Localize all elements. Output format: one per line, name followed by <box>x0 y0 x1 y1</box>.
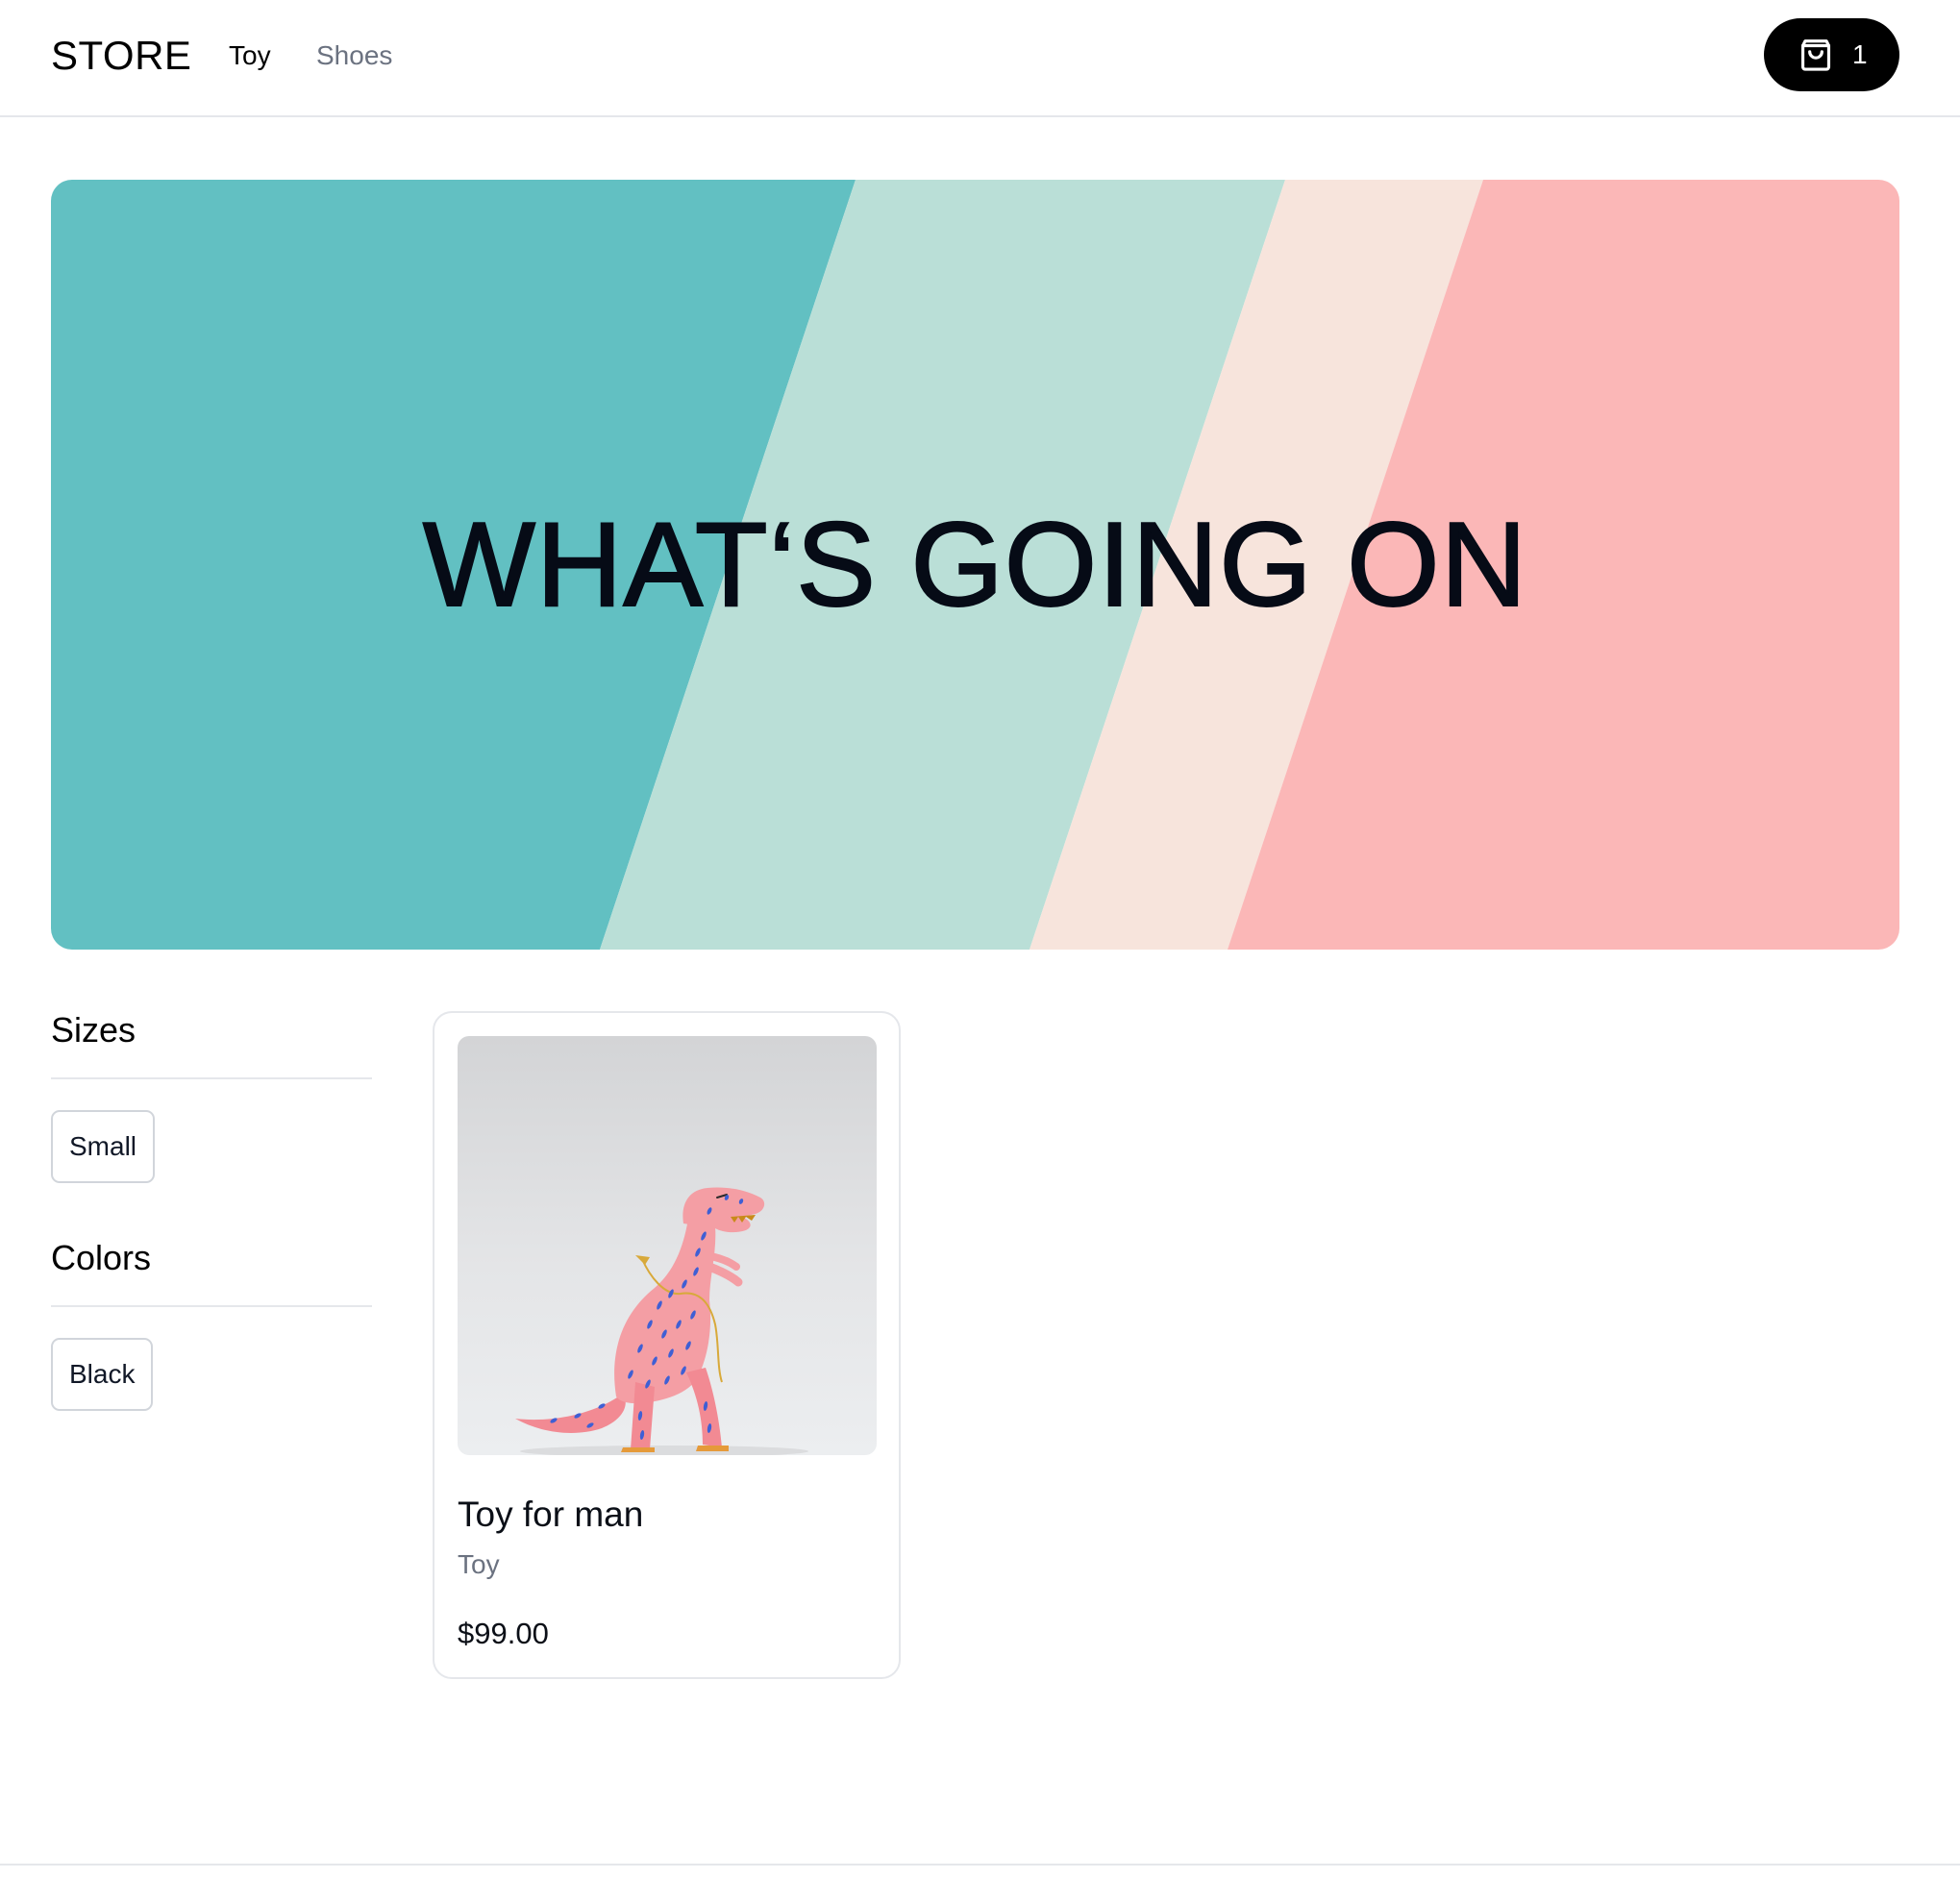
hero-banner: WHAT‘S GOING ON <box>51 180 1899 950</box>
nav-link-shoes[interactable]: Shoes <box>316 39 392 72</box>
product-card[interactable]: Toy for man Toy $99.00 <box>433 1011 901 1679</box>
cart-button[interactable]: 1 <box>1764 18 1899 91</box>
filter-title-sizes: Sizes <box>51 1010 136 1050</box>
filter-divider <box>51 1077 372 1079</box>
nav-link-toy[interactable]: Toy <box>229 39 271 72</box>
size-option-small[interactable]: Small <box>51 1110 156 1183</box>
cart-count: 1 <box>1852 39 1868 69</box>
filter-divider <box>51 1305 372 1307</box>
product-image[interactable] <box>458 1036 877 1455</box>
filters-sidebar: Sizes Small Colors Black <box>51 1009 372 1411</box>
product-category: Toy <box>458 1549 500 1579</box>
pink-dinosaur-toy-image <box>515 1187 808 1455</box>
hero-title: WHAT‘S GOING ON <box>422 498 1528 632</box>
color-option-black[interactable]: Black <box>51 1338 154 1411</box>
product-name[interactable]: Toy for man <box>458 1494 643 1536</box>
store-page: STORE Toy Shoes 1 WHAT‘S GOING ON Sizes … <box>0 0 1960 1903</box>
store-logo[interactable]: STORE <box>51 32 191 80</box>
top-navbar: STORE Toy Shoes 1 <box>0 0 1960 117</box>
filter-group-colors: Colors Black <box>51 1237 372 1411</box>
filter-group-sizes: Sizes Small <box>51 1009 372 1183</box>
filter-title-colors: Colors <box>51 1238 152 1277</box>
product-price: $99.00 <box>458 1617 549 1650</box>
footer-divider <box>0 1864 1960 1866</box>
shopping-bag-icon <box>1800 39 1831 71</box>
